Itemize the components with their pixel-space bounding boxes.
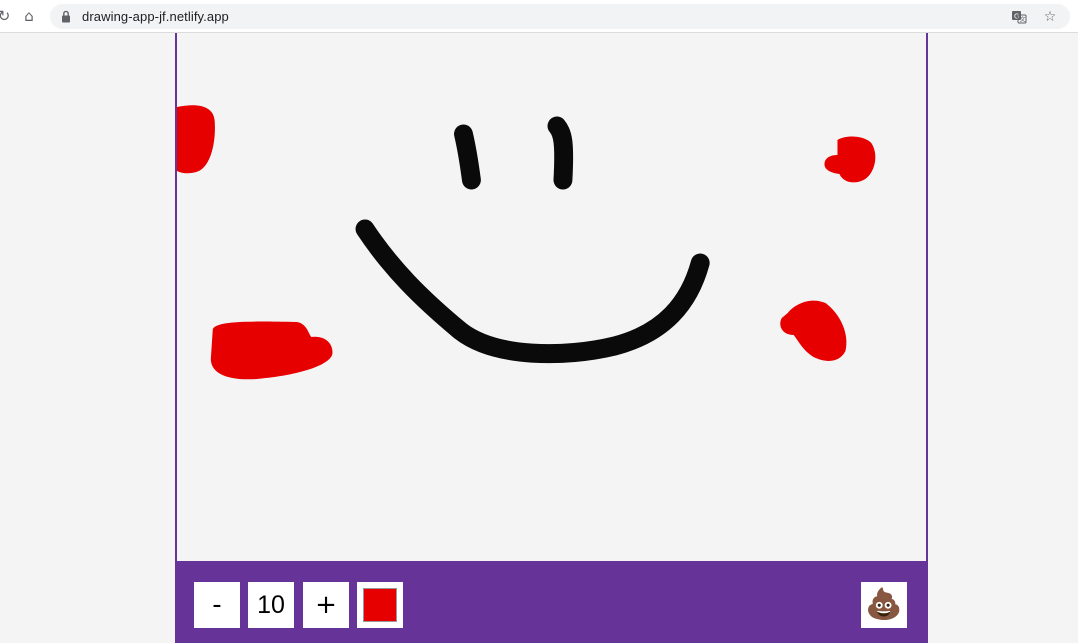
translate-icon[interactable]: G 文 <box>1010 8 1028 26</box>
red-blob-left <box>210 321 333 380</box>
brush-size-value: 10 <box>257 590 285 619</box>
red-blob-top-right <box>824 136 876 183</box>
drawing-surface[interactable] <box>177 33 926 561</box>
red-blob-right <box>780 300 847 361</box>
selected-color-swatch[interactable] <box>363 588 397 622</box>
star-icon[interactable]: ☆ <box>1041 8 1059 26</box>
browser-toolbar: ↻ ⌂ drawing-app-jf.netlify.app G 文 ☆ <box>0 0 1078 33</box>
reload-icon[interactable]: ↻ <box>0 6 14 26</box>
lock-icon <box>62 10 70 23</box>
red-blobs <box>177 105 876 380</box>
url-text[interactable]: drawing-app-jf.netlify.app <box>82 9 229 24</box>
smiley-strokes <box>355 116 710 364</box>
mouth-stroke <box>355 219 710 364</box>
drawing-canvas[interactable] <box>175 33 928 561</box>
increase-size-button[interactable]: + <box>303 582 349 628</box>
svg-text:文: 文 <box>1020 16 1026 24</box>
brush-size-display: 10 <box>248 582 294 628</box>
home-icon[interactable]: ⌂ <box>19 6 39 26</box>
left-eye-stroke <box>454 124 481 190</box>
red-blob-top-left <box>177 105 215 174</box>
address-bar[interactable]: drawing-app-jf.netlify.app G 文 ☆ <box>50 4 1070 29</box>
color-picker[interactable] <box>357 582 403 628</box>
decrease-size-button[interactable]: - <box>194 582 240 628</box>
poop-icon: 💩 <box>865 587 903 622</box>
toolbox: - 10 + 💩 <box>175 561 928 643</box>
right-eye-stroke <box>547 116 574 190</box>
clear-canvas-button[interactable]: 💩 <box>861 582 907 628</box>
